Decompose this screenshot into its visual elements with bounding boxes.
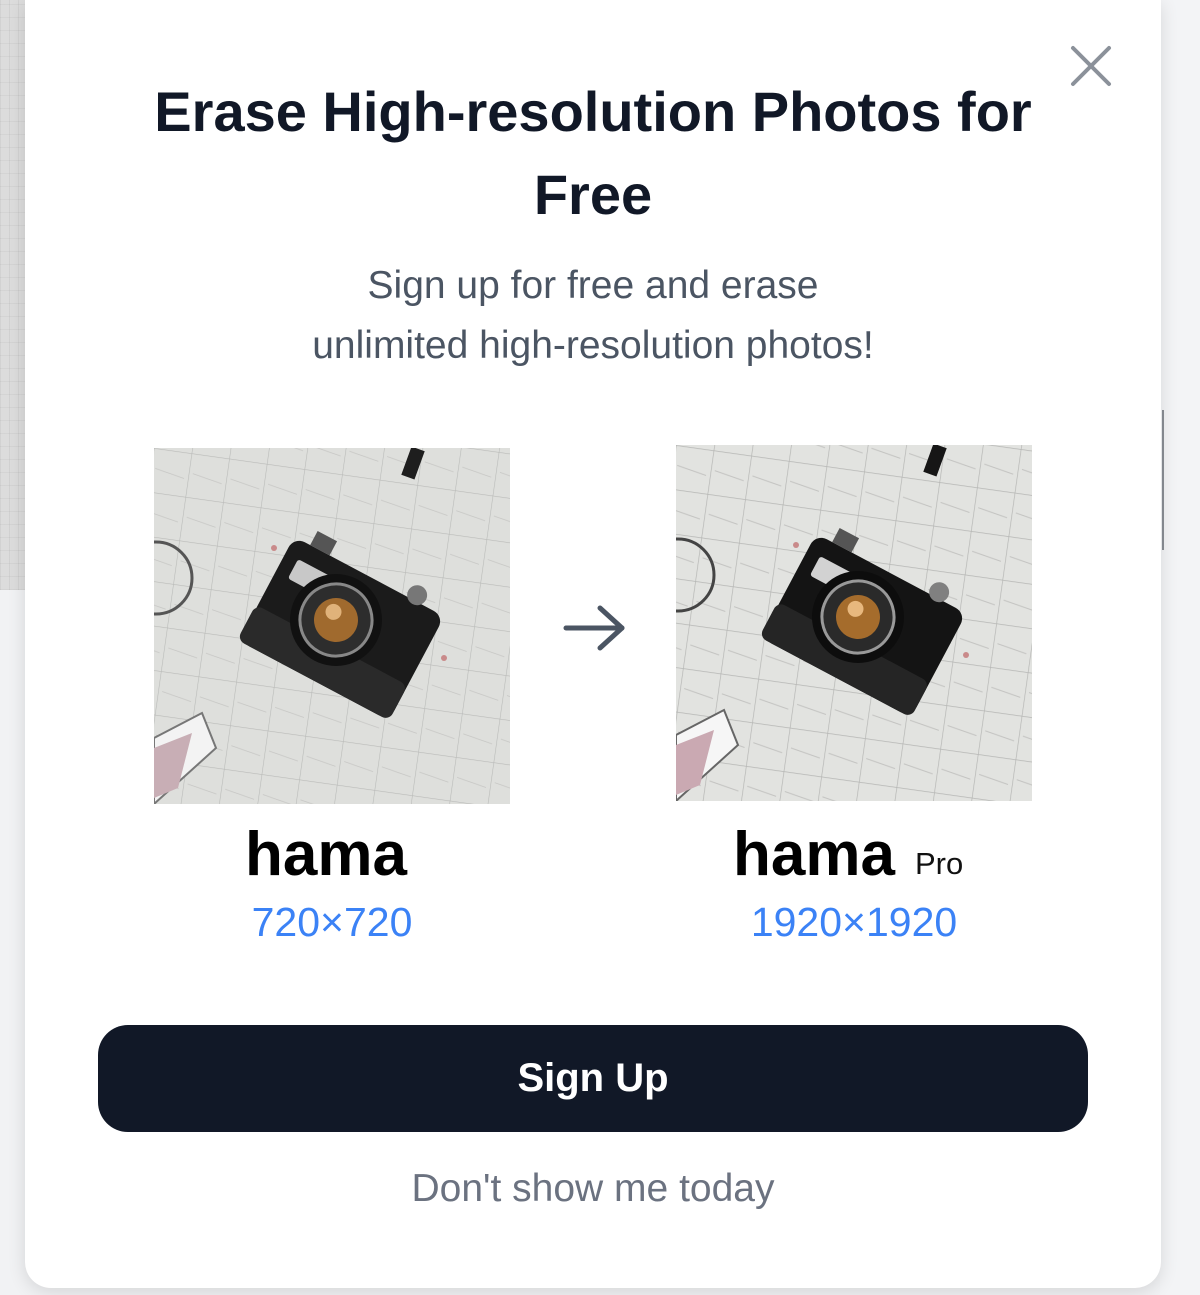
camera-photo-image	[154, 448, 510, 804]
signup-modal: Erase High-resolution Photos for Free Si…	[25, 0, 1161, 1288]
photo-standard	[154, 448, 510, 804]
modal-subtitle: Sign up for free and erase unlimited hig…	[125, 256, 1061, 376]
brand-logo-pro: hama	[733, 820, 895, 889]
close-button[interactable]	[1067, 42, 1115, 90]
brand-logo-standard: hama	[245, 820, 407, 889]
subtitle-line-1: Sign up for free and erase	[367, 264, 819, 307]
photo-pro	[676, 445, 1032, 801]
resolution-pro: 1920×1920	[750, 899, 958, 945]
arrow-right-icon	[563, 605, 625, 651]
close-icon	[1071, 46, 1111, 86]
subtitle-line-2: unlimited high-resolution photos!	[312, 324, 874, 367]
brand-pro-suffix: Pro	[915, 846, 964, 881]
resolution-standard: 720×720	[251, 899, 413, 945]
dont-show-today-link[interactable]: Don't show me today	[98, 1164, 1088, 1214]
modal-title: Erase High-resolution Photos for Free	[154, 80, 1032, 226]
camera-photo-image	[676, 445, 1032, 801]
backdrop-scrollbar	[1162, 410, 1164, 550]
backdrop-right-panel	[1160, 0, 1200, 1295]
sign-up-button[interactable]: Sign Up	[98, 1025, 1088, 1132]
